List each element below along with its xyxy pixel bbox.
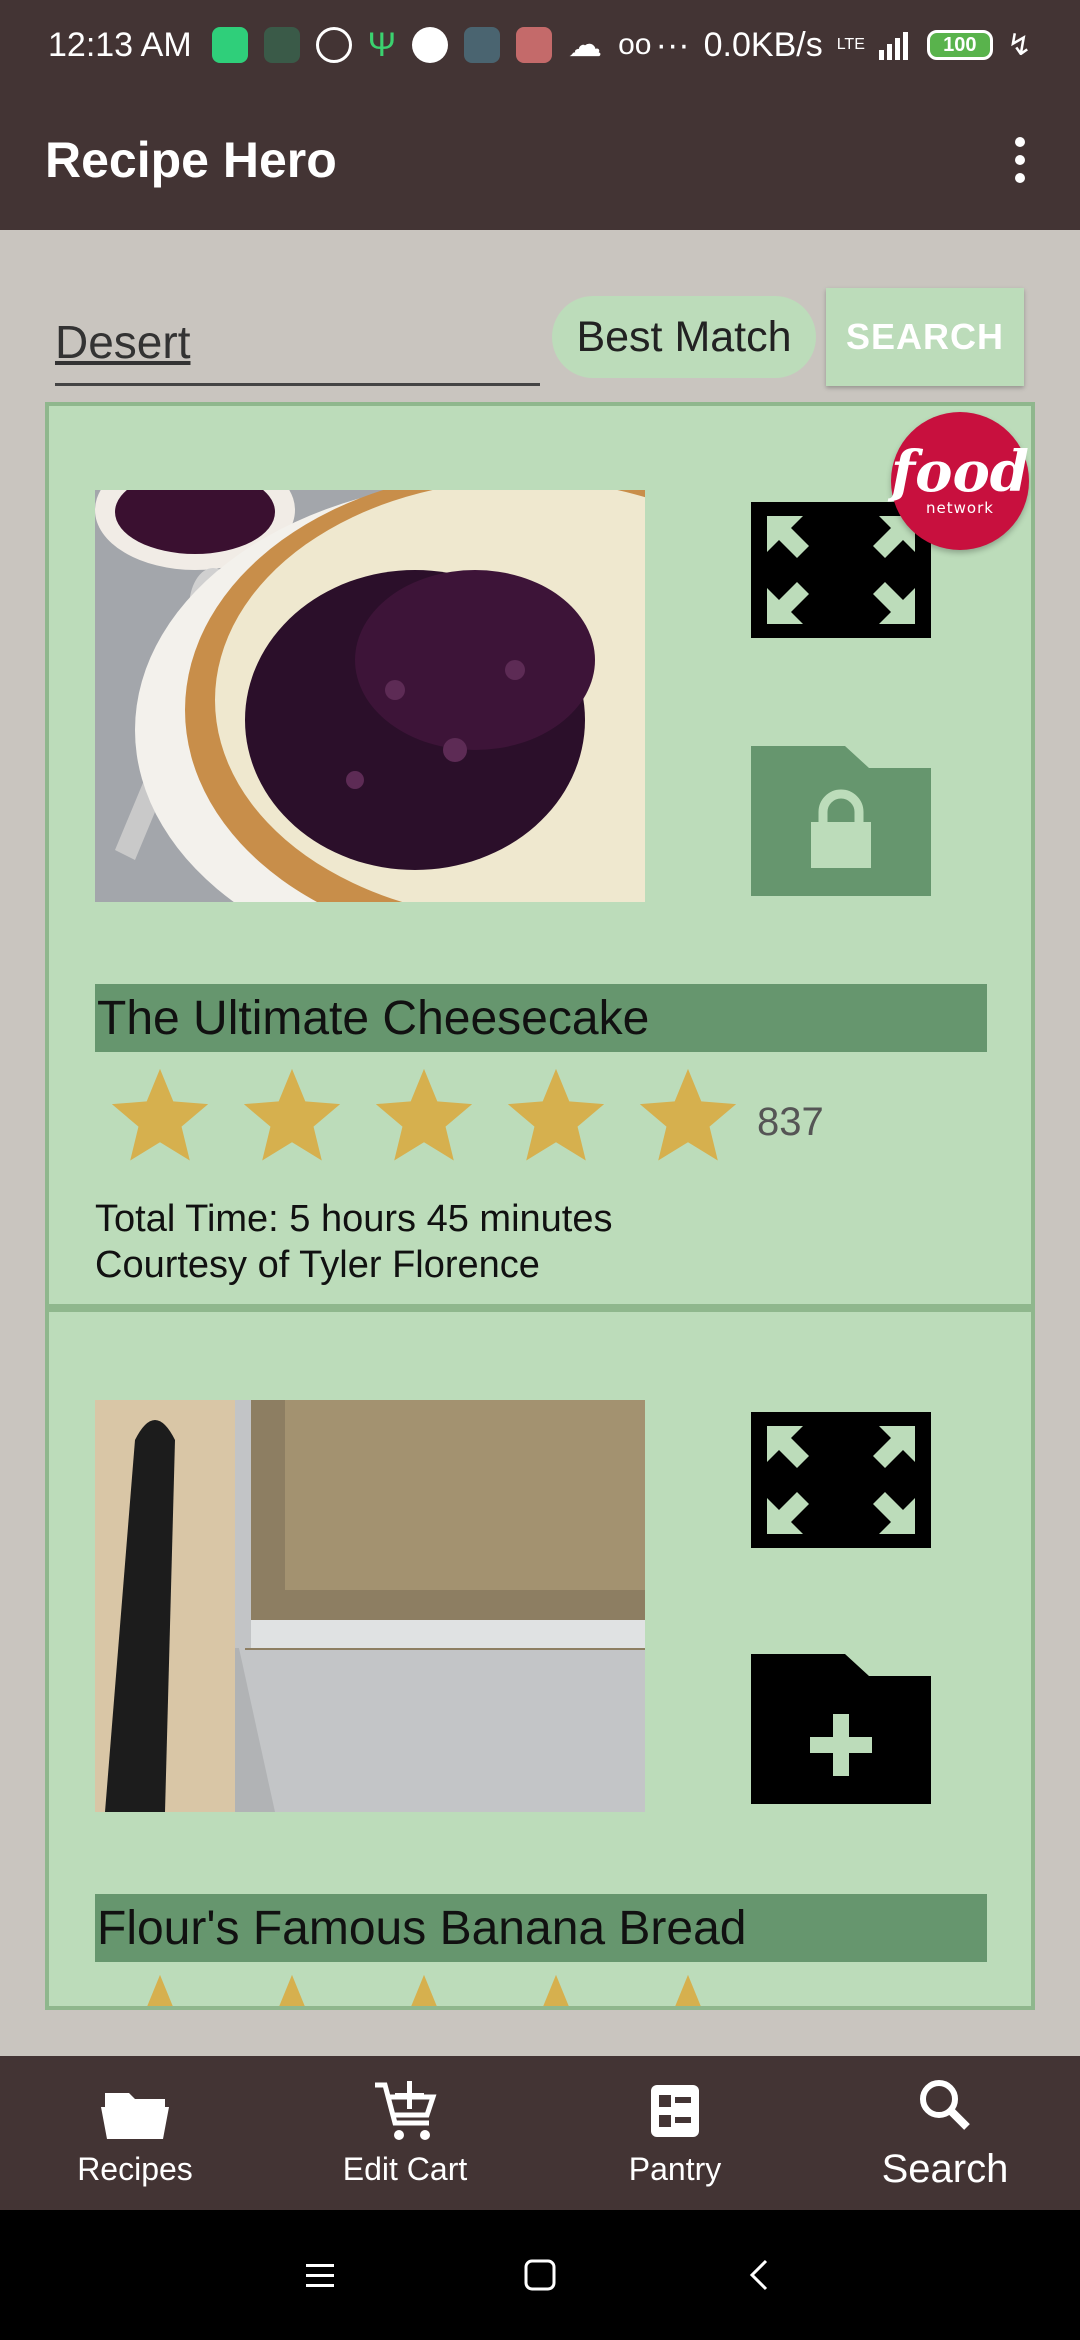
messenger-icon	[412, 27, 449, 63]
nav-label: Edit Cart	[342, 2150, 468, 2187]
star-icon	[279, 1974, 305, 2006]
star-icon	[111, 1068, 209, 1161]
star-icon	[639, 1068, 737, 1161]
nav-search[interactable]: Search	[810, 2056, 1080, 2210]
status-right: ··· 0.0KB/s LTE 100 ↯	[656, 26, 1032, 65]
search-input[interactable]	[55, 300, 540, 386]
recipe-meta: Total Time: 5 hours 45 minutes Courtesy …	[95, 1196, 612, 1288]
status-time: 12:13 AM	[48, 25, 192, 64]
signal-icon	[878, 32, 908, 60]
search-button[interactable]: SEARCH	[826, 288, 1024, 386]
food-network-logo: food network	[891, 412, 1029, 550]
nav-edit-cart[interactable]: Edit Cart	[270, 2056, 540, 2210]
recipe-photo[interactable]	[95, 490, 645, 902]
network-type: LTE	[836, 36, 865, 53]
net-speed: 0.0KB/s	[703, 25, 823, 64]
app-title: Recipe Hero	[45, 132, 337, 188]
app-notification-icon	[464, 27, 501, 63]
usb-icon: Ψ	[367, 25, 397, 64]
expand-button[interactable]	[751, 1412, 931, 1548]
saved-folder-button[interactable]	[751, 746, 931, 896]
notification-icons: Ψ ☁ οο	[211, 25, 652, 65]
recipe-list[interactable]: food network The Ultimate Cheesecake 837…	[45, 402, 1035, 2010]
star-icon	[411, 1974, 437, 2006]
voicemail-icon: οο	[618, 28, 652, 61]
app-notification-icon	[211, 27, 248, 63]
cloud-icon: ☁	[568, 26, 603, 64]
cart-add-icon	[375, 2080, 437, 2140]
recipe-title[interactable]: Flour's Famous Banana Bread	[95, 1894, 987, 1962]
star-icon	[543, 1974, 569, 2006]
nav-recipes[interactable]: Recipes	[0, 2056, 270, 2210]
nav-label: Search	[881, 2146, 1009, 2191]
search-icon	[920, 2079, 970, 2130]
app-notification-icon	[263, 27, 300, 63]
recipe-card[interactable]: food network The Ultimate Cheesecake 837…	[49, 406, 1031, 1312]
home-icon[interactable]	[520, 2255, 560, 2295]
courtesy: Courtesy of Tyler Florence	[95, 1244, 540, 1286]
bottom-navigation: Recipes Edit Cart Pantry Search	[0, 2056, 1080, 2210]
folder-add-icon	[751, 1654, 931, 1804]
speedometer-icon	[315, 27, 352, 63]
overflow-menu-icon[interactable]	[1005, 137, 1035, 183]
fullscreen-icon	[751, 1412, 931, 1548]
locked-folder-icon	[751, 746, 931, 896]
nav-label: Pantry	[628, 2150, 722, 2187]
rating-count: 837	[757, 1100, 824, 1144]
more-notifications-icon: ···	[655, 25, 690, 64]
pantry-icon	[651, 2084, 699, 2137]
back-icon[interactable]	[740, 2255, 780, 2295]
star-icon	[507, 1068, 605, 1161]
folder-icon	[101, 2092, 169, 2139]
total-time: Total Time: 5 hours 45 minutes	[95, 1198, 613, 1240]
rating-stars	[103, 1968, 745, 2006]
battery-icon: 100	[926, 30, 993, 60]
charging-icon: ↯	[1006, 28, 1032, 62]
menu-icon[interactable]	[300, 2255, 340, 2295]
system-navigation	[0, 2210, 1080, 2340]
app-notification-icon	[516, 27, 553, 63]
add-to-folder-button[interactable]	[751, 1654, 931, 1804]
star-icon	[675, 1974, 701, 2006]
recipe-card[interactable]: Flour's Famous Banana Bread	[49, 1316, 1031, 2006]
nav-pantry[interactable]: Pantry	[540, 2056, 810, 2210]
recipe-title[interactable]: The Ultimate Cheesecake	[95, 984, 987, 1052]
star-icon	[147, 1974, 173, 2006]
rating-stars	[103, 1062, 745, 1172]
recipe-photo[interactable]	[95, 1400, 645, 1812]
app-bar: Recipe Hero	[0, 90, 1080, 230]
star-icon	[375, 1068, 473, 1161]
sort-dropdown[interactable]: Best Match	[552, 296, 816, 378]
nav-label: Recipes	[77, 2150, 193, 2187]
star-icon	[243, 1068, 341, 1161]
status-bar: 12:13 AM Ψ ☁ οο ··· 0.0KB/s LTE 100 ↯	[0, 0, 1080, 90]
app-root: 12:13 AM Ψ ☁ οο ··· 0.0KB/s LTE 100 ↯ Re…	[0, 0, 1080, 2340]
